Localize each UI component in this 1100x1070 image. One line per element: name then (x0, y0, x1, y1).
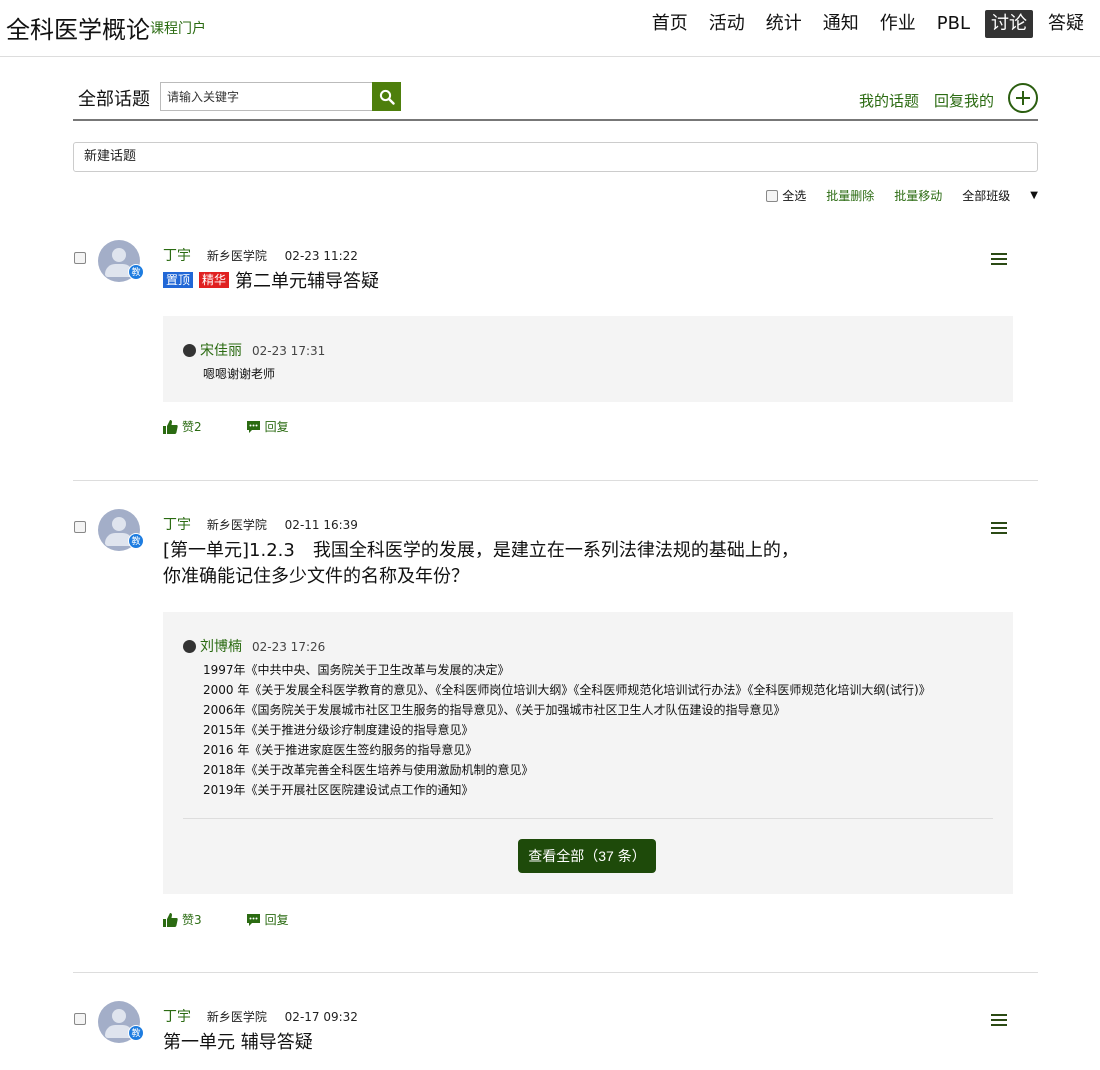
avatar[interactable]: 教 (98, 509, 144, 551)
reply-box: 刘博楠 02-23 17:26 1997年《中共中央、国务院关于卫生改革与发展的决… (163, 612, 1013, 894)
like-button[interactable]: 赞3 (163, 911, 202, 928)
post-meta: 丁宇 新乡医学院 02-23 11:22 (163, 245, 358, 265)
avatar[interactable]: 教 (98, 1001, 144, 1043)
chevron-down-icon[interactable]: ▼ (1030, 190, 1038, 201)
post-title-row: 置顶 精华 第二单元辅导答疑 (163, 269, 379, 295)
nav-activities[interactable]: 活动 (703, 10, 751, 38)
batch-move-button[interactable]: 批量移动 (894, 187, 942, 204)
plus-icon (1016, 91, 1030, 105)
batch-delete-button[interactable]: 批量删除 (826, 187, 874, 204)
teacher-badge: 教 (128, 264, 144, 280)
post-time: 02-17 09:32 (284, 1010, 358, 1024)
post-school: 新乡医学院 (206, 518, 267, 532)
pinned-tag: 置顶 (163, 272, 194, 288)
reply-text: 2018年《关于改革完善全科医生培养与使用激励机制的意见》 (203, 763, 534, 777)
nav-pbl[interactable]: PBL (931, 10, 976, 38)
divider (73, 480, 1038, 481)
menu-icon[interactable] (991, 1014, 1007, 1026)
reply-button[interactable]: 回复 (246, 418, 289, 435)
all-topics-label[interactable]: 全部话题 (78, 85, 150, 111)
like-count: 赞3 (182, 913, 202, 927)
nav-home[interactable]: 首页 (646, 10, 694, 38)
post-author[interactable]: 丁宇 (163, 517, 191, 533)
reply-label: 回复 (264, 913, 289, 927)
comment-icon (246, 420, 260, 433)
class-filter-select[interactable]: 全部班级 (962, 187, 1010, 204)
reply-head: 宋佳丽 02-23 17:31 (183, 340, 325, 360)
search-input[interactable] (160, 82, 374, 111)
avatar[interactable]: 教 (98, 240, 144, 282)
reply-text: 2006年《国务院关于发展城市社区卫生服务的指导意见》、《关于加强城市社区卫生人… (203, 703, 786, 717)
select-all-checkbox[interactable] (766, 189, 779, 202)
avatar (183, 344, 196, 357)
select-all-label[interactable]: 全选 (782, 187, 806, 204)
post-author[interactable]: 丁宇 (163, 1009, 191, 1025)
post-meta: 丁宇 新乡医学院 02-11 16:39 (163, 514, 358, 534)
add-topic-button[interactable] (1008, 83, 1038, 113)
nav-qa[interactable]: 答疑 (1042, 10, 1090, 38)
reply-text: 1997年《中共中央、国务院关于卫生改革与发展的决定》 (203, 663, 510, 677)
post-time: 02-11 16:39 (284, 518, 358, 532)
reply-text: 2000 年《关于发展全科医学教育的意见》、《全科医师岗位培训大纲》《全科医师规… (203, 683, 931, 697)
post-meta: 丁宇 新乡医学院 02-17 09:32 (163, 1006, 358, 1026)
post-checkbox[interactable] (74, 252, 86, 264)
post-time: 02-23 11:22 (284, 249, 358, 263)
comment-icon (246, 913, 260, 926)
nav-discussion[interactable]: 讨论 (985, 10, 1033, 38)
reply-text: 嗯嗯谢谢老师 (203, 367, 276, 381)
reply-head: 刘博楠 02-23 17:26 (183, 636, 325, 656)
menu-icon[interactable] (991, 253, 1007, 265)
nav-homework[interactable]: 作业 (874, 10, 922, 38)
menu-icon[interactable] (991, 522, 1007, 534)
nav-notices[interactable]: 通知 (817, 10, 865, 38)
course-portal-link[interactable]: 课程门户 (150, 18, 206, 38)
reply-button[interactable]: 回复 (246, 911, 289, 928)
reply-author[interactable]: 宋佳丽 (200, 343, 242, 359)
featured-tag: 精华 (199, 272, 230, 288)
search-button[interactable] (372, 82, 401, 111)
reply-label: 回复 (264, 420, 289, 434)
course-title: 全科医学概论 (6, 16, 150, 44)
search-icon (379, 89, 395, 105)
topics-bar: 全部话题 我的话题 回复我的 (73, 80, 1038, 121)
view-all-replies-button[interactable]: 查看全部（37 条） (518, 839, 656, 873)
post-title[interactable]: 第二单元辅导答疑 (235, 271, 379, 292)
avatar (183, 640, 196, 653)
teacher-badge: 教 (128, 533, 144, 549)
reply-time: 02-23 17:31 (252, 344, 326, 358)
top-header: 全科医学概论 课程门户 首页 活动 统计 通知 作业 PBL 讨论 答疑 (0, 0, 1100, 57)
post-title[interactable]: 第一单元 辅导答疑 (163, 1030, 313, 1056)
reply-text: 2015年《关于推进分级诊疗制度建设的指导意见》 (203, 723, 474, 737)
replies-to-me-link[interactable]: 回复我的 (934, 90, 994, 111)
post-title-line: [第一单元]1.2.3 我国全科医学的发展，是建立在一系列法律法规的基础上的， (163, 540, 799, 561)
reply-text: 2016 年《关于推进家庭医生签约服务的指导意见》 (203, 743, 478, 757)
thumbs-up-icon (163, 419, 178, 434)
nav-statistics[interactable]: 统计 (760, 10, 808, 38)
like-count: 赞2 (182, 420, 202, 434)
reply-text: 2019年《关于开展社区医院建设试点工作的通知》 (203, 783, 474, 797)
reply-time: 02-23 17:26 (252, 640, 326, 654)
post-title[interactable]: [第一单元]1.2.3 我国全科医学的发展，是建立在一系列法律法规的基础上的， … (163, 538, 799, 590)
divider (73, 972, 1038, 973)
reply-box: 宋佳丽 02-23 17:31 嗯嗯谢谢老师 (163, 316, 1013, 402)
post-author[interactable]: 丁宇 (163, 248, 191, 264)
divider (183, 818, 993, 819)
post-actions: 赞3 回复 (163, 911, 333, 928)
post-checkbox[interactable] (74, 1013, 86, 1025)
post-school: 新乡医学院 (206, 1010, 267, 1024)
my-topics-link[interactable]: 我的话题 (859, 90, 919, 111)
teacher-badge: 教 (128, 1025, 144, 1041)
new-topic-input[interactable]: 新建话题 (73, 142, 1038, 172)
post-title-line: 你准确能记住多少文件的名称及年份？ (163, 566, 469, 587)
post-checkbox[interactable] (74, 521, 86, 533)
post-actions: 赞2 回复 (163, 418, 333, 435)
thumbs-up-icon (163, 912, 178, 927)
post-school: 新乡医学院 (206, 249, 267, 263)
reply-author[interactable]: 刘博楠 (200, 639, 242, 655)
batch-toolbar: 全选 批量删除 批量移动 全部班级 ▼ (766, 187, 1038, 204)
main-nav: 首页 活动 统计 通知 作业 PBL 讨论 答疑 (637, 10, 1090, 38)
like-button[interactable]: 赞2 (163, 418, 202, 435)
